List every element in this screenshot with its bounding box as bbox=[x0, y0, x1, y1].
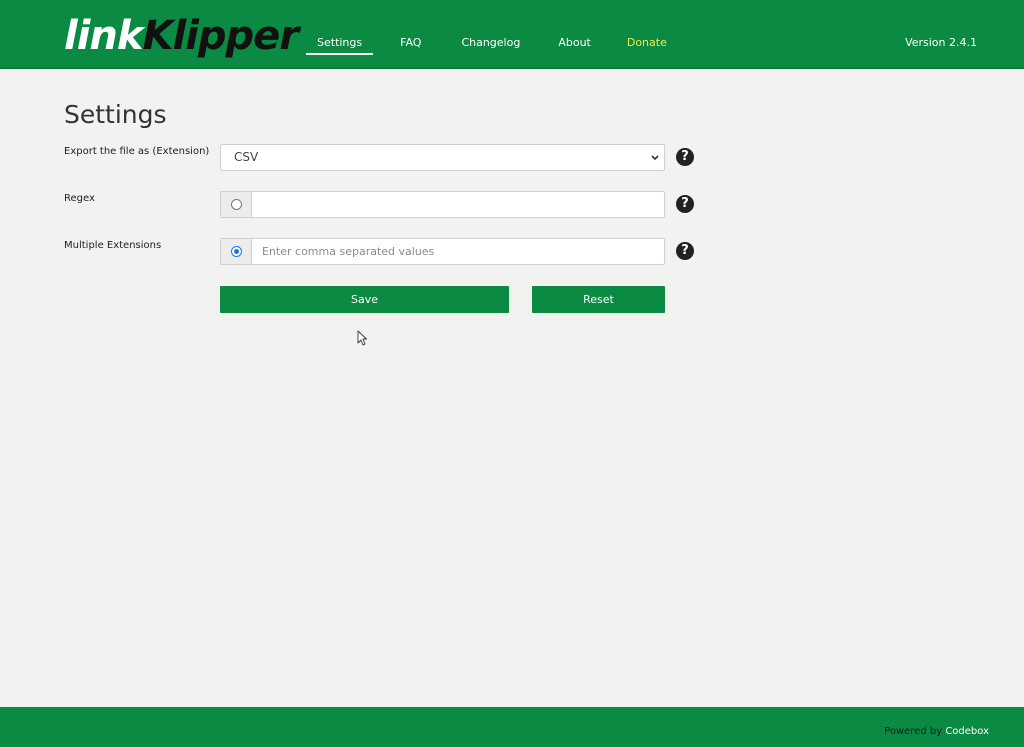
nav-faq[interactable]: FAQ bbox=[389, 31, 432, 55]
codebox-link[interactable]: Codebox bbox=[945, 726, 989, 737]
powered-by-text: Powered by bbox=[884, 726, 943, 737]
nav-settings[interactable]: Settings bbox=[306, 31, 374, 55]
regex-help-icon[interactable]: ? bbox=[676, 195, 694, 213]
main-nav: Settings FAQ Changelog About Donate bbox=[306, 31, 678, 55]
multiple-extensions-radio-cell[interactable] bbox=[221, 239, 252, 264]
reset-button[interactable]: Reset bbox=[532, 286, 665, 313]
export-extension-label: Export the file as (Extension) bbox=[64, 146, 210, 157]
nav-changelog[interactable]: Changelog bbox=[450, 31, 531, 55]
regex-radio[interactable] bbox=[230, 199, 242, 210]
multiple-extensions-label: Multiple Extensions bbox=[64, 240, 162, 251]
nav-donate[interactable]: Donate bbox=[616, 31, 678, 55]
powered-by: Powered by Codebox bbox=[884, 726, 989, 737]
regex-input-group bbox=[220, 191, 665, 218]
multiple-extensions-radio[interactable] bbox=[230, 246, 242, 257]
version-label: Version 2.4.1 bbox=[905, 36, 977, 49]
page-title: Settings bbox=[64, 100, 167, 129]
save-button[interactable]: Save bbox=[220, 286, 509, 313]
export-extension-value: CSV bbox=[234, 150, 259, 164]
logo-text-klipper: Klipper bbox=[142, 13, 300, 59]
multiple-extensions-input[interactable] bbox=[252, 239, 664, 264]
regex-radio-cell[interactable] bbox=[221, 192, 252, 217]
regex-input[interactable] bbox=[252, 192, 664, 217]
export-help-icon[interactable]: ? bbox=[676, 148, 694, 166]
header-bar: linkKlipper Settings FAQ Changelog About… bbox=[0, 0, 1024, 69]
chevron-down-icon bbox=[650, 145, 660, 180]
export-extension-select[interactable]: CSV bbox=[220, 144, 665, 171]
mouse-pointer-icon bbox=[357, 330, 367, 346]
nav-about[interactable]: About bbox=[547, 31, 602, 55]
multiple-extensions-input-group bbox=[220, 238, 665, 265]
regex-label: Regex bbox=[64, 193, 95, 204]
multiple-extensions-help-icon[interactable]: ? bbox=[676, 242, 694, 260]
logo-text-link: link bbox=[64, 13, 143, 59]
link-klipper-logo: linkKlipper bbox=[64, 10, 300, 62]
footer-bar: Powered by Codebox bbox=[0, 707, 1024, 747]
